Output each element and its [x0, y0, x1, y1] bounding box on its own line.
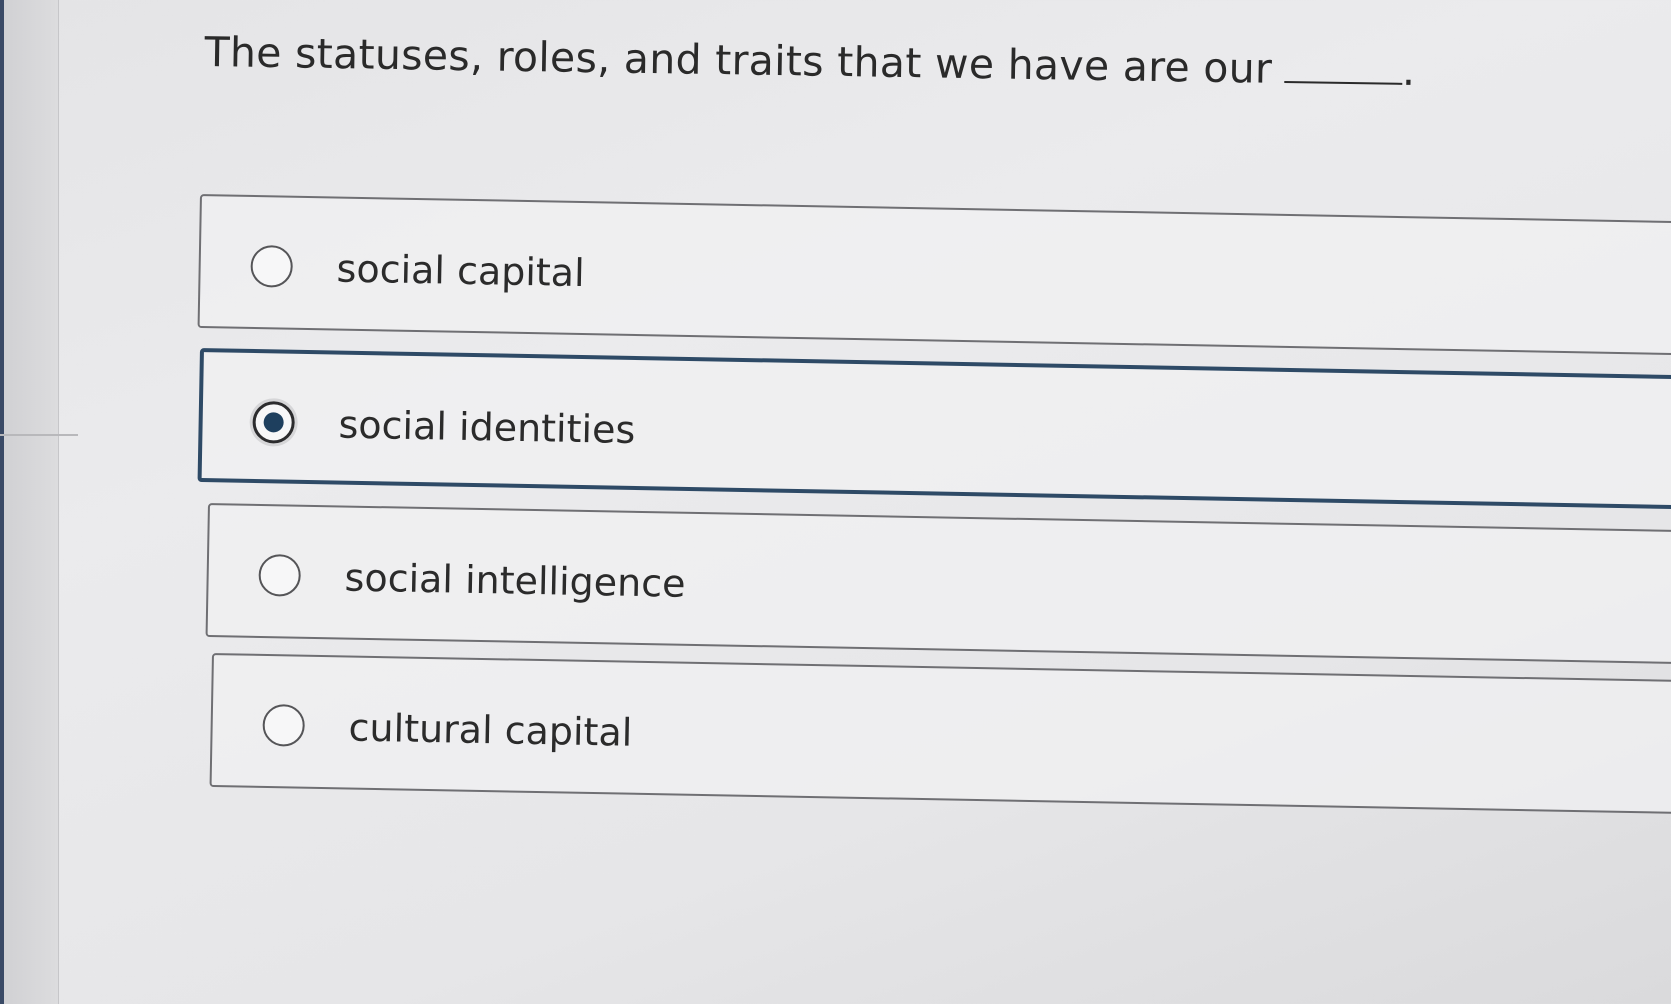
answer-option-cultural-capital[interactable]: cultural capital [209, 653, 1671, 815]
answer-blank [1283, 44, 1403, 85]
question-period: . [1401, 46, 1416, 96]
left-accent-bar [0, 0, 4, 1004]
option-label: social capital [336, 246, 586, 296]
radio-button-unselected[interactable] [258, 553, 302, 597]
radio-button-selected[interactable] [252, 400, 296, 444]
left-divider [0, 434, 78, 436]
option-label: social identities [338, 402, 636, 452]
answer-option-social-intelligence[interactable]: social intelligence [205, 503, 1671, 665]
radio-button-unselected[interactable] [250, 244, 294, 288]
left-panel-strip [0, 0, 78, 1004]
answer-option-social-capital[interactable]: social capital [197, 194, 1671, 356]
question-text: The statuses, roles, and traits that we … [204, 28, 1416, 95]
option-label: cultural capital [348, 705, 633, 755]
option-label: social intelligence [344, 555, 686, 606]
question-prompt: The statuses, roles, and traits that we … [204, 28, 1273, 93]
radio-button-unselected[interactable] [262, 703, 306, 747]
radio-selected-dot [263, 412, 284, 433]
answer-option-social-identities[interactable]: social identities [197, 348, 1671, 510]
